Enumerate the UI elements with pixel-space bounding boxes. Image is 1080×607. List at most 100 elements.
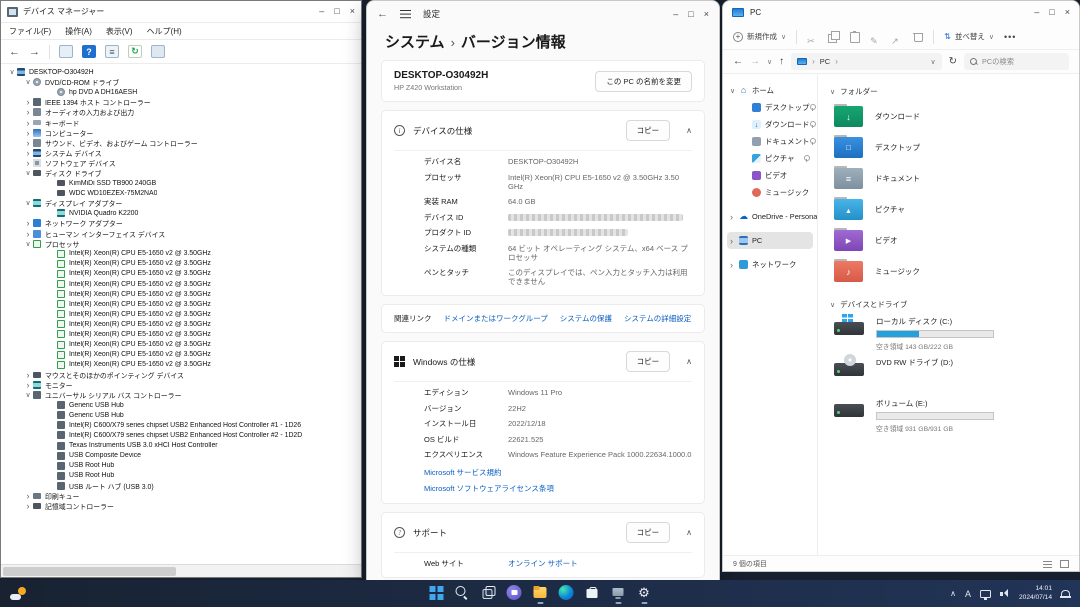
tree-item[interactable]: DESKTOP-O30492H	[1, 67, 361, 77]
rename-icon[interactable]	[870, 31, 881, 42]
expander-icon[interactable]	[23, 370, 33, 380]
maximize-button[interactable]: □	[334, 7, 339, 16]
expander-icon[interactable]	[730, 87, 739, 95]
maximize-button[interactable]: □	[1049, 8, 1054, 17]
hamburger-menu-icon[interactable]	[400, 10, 411, 12]
sidebar-item[interactable]: ドキュメント	[727, 133, 813, 150]
menu-item[interactable]: ファイル(F)	[9, 26, 51, 37]
help-icon[interactable]: ?	[82, 45, 96, 58]
back-icon[interactable]: ←	[733, 56, 743, 67]
close-button[interactable]: ×	[350, 7, 355, 16]
tree-item[interactable]: Intel(R) Xeon(R) CPU E5-1650 v2 @ 3.50GH…	[1, 269, 361, 279]
taskbar-app-button[interactable]	[584, 585, 601, 604]
copy-support-button[interactable]: コピー	[626, 522, 671, 543]
taskbar-app-button[interactable]	[506, 585, 523, 604]
tree-item[interactable]: Intel(R) C600/X79 series chipset USB2 En…	[1, 430, 361, 440]
sidebar-item[interactable]: ダウンロード	[727, 116, 813, 133]
drives-section-header[interactable]: ∨ デバイスとドライブ	[830, 299, 1067, 310]
expander-icon[interactable]	[23, 380, 33, 390]
widgets-weather-icon[interactable]	[10, 587, 26, 601]
cut-icon[interactable]	[807, 31, 818, 42]
related-link[interactable]: システムの保護	[560, 313, 612, 324]
tree-item[interactable]: Texas Instruments USB 3.0 xHCI Host Cont…	[1, 440, 361, 450]
console-tree-icon[interactable]	[59, 45, 73, 58]
menu-item[interactable]: 操作(A)	[65, 26, 92, 37]
tree-item[interactable]: オーディオの入力および出力	[1, 107, 361, 117]
network-icon[interactable]	[980, 590, 991, 598]
up-icon[interactable]: ↑	[779, 56, 784, 67]
tree-item[interactable]: Intel(R) Xeon(R) CPU E5-1650 v2 @ 3.50GH…	[1, 279, 361, 289]
tree-item[interactable]: サウンド、ビデオ、およびゲーム コントローラー	[1, 138, 361, 148]
tree-item[interactable]: NVIDIA Quadro K2200	[1, 208, 361, 218]
tree-item[interactable]: hp DVD A DH16AESH	[1, 87, 361, 97]
tree-item[interactable]: Intel(R) Xeon(R) CPU E5-1650 v2 @ 3.50GH…	[1, 350, 361, 360]
expander-icon[interactable]	[23, 148, 33, 158]
drive-tile[interactable]: DVD RW ドライブ (D:)	[830, 355, 1067, 393]
tree-item[interactable]: Intel(R) Xeon(R) CPU E5-1650 v2 @ 3.50GH…	[1, 289, 361, 299]
volume-icon[interactable]	[1000, 589, 1010, 598]
copy-icon[interactable]	[828, 31, 839, 42]
folder-tile[interactable]: ミュージック	[830, 256, 1067, 287]
microsoft-terms-link[interactable]: Microsoft サービス規約	[424, 467, 692, 478]
tree-item[interactable]: コンピューター	[1, 128, 361, 138]
taskbar-app-button[interactable]	[428, 585, 445, 604]
tree-item[interactable]: ソフトウェア デバイス	[1, 158, 361, 168]
tree-item[interactable]: Intel(R) Xeon(R) CPU E5-1650 v2 @ 3.50GH…	[1, 329, 361, 339]
folder-tile[interactable]: ダウンロード	[830, 101, 1067, 132]
rename-pc-button[interactable]: この PC の名前を変更	[595, 71, 692, 92]
collapse-chevron-icon[interactable]: ∧	[686, 126, 692, 135]
scan-hardware-icon[interactable]: ↻	[128, 45, 142, 58]
breadcrumb-pc[interactable]: PC	[820, 57, 830, 66]
expander-icon[interactable]	[23, 128, 33, 138]
tree-item[interactable]: Intel(R) Xeon(R) CPU E5-1650 v2 @ 3.50GH…	[1, 340, 361, 350]
tree-item[interactable]: KimMiDi SSD TB900 240GB	[1, 178, 361, 188]
expander-icon[interactable]	[730, 236, 739, 246]
sidebar-item[interactable]: OneDrive - Personal	[727, 208, 813, 225]
tray-overflow-chevron-icon[interactable]: ∧	[950, 589, 956, 598]
sidebar-item[interactable]: PC	[727, 232, 813, 249]
tree-item[interactable]: Generic USB Hub	[1, 410, 361, 420]
ime-mode-indicator[interactable]: A	[965, 589, 971, 599]
sidebar-item[interactable]: ホーム	[727, 82, 813, 99]
horizontal-scrollbar[interactable]	[1, 564, 361, 577]
sidebar-item[interactable]: ピクチャ	[727, 150, 813, 167]
address-dropdown-icon[interactable]: ∨	[930, 58, 935, 66]
large-icons-view-icon[interactable]	[1060, 560, 1069, 568]
properties-icon[interactable]: ≡	[105, 45, 119, 58]
tree-item[interactable]: Intel(R) Xeon(R) CPU E5-1650 v2 @ 3.50GH…	[1, 319, 361, 329]
tree-item[interactable]: ヒューマン インターフェイス デバイス	[1, 229, 361, 239]
taskbar-app-button[interactable]	[532, 585, 549, 604]
microsoft-terms-link[interactable]: Microsoft ソフトウェアライセンス条項	[424, 483, 692, 494]
drive-tile[interactable]: ボリューム (E:) 空き領域 931 GB/931 GB	[830, 396, 1067, 434]
sidebar-item[interactable]: デスクトップ	[727, 99, 813, 116]
tree-item[interactable]: DVD/CD-ROM ドライブ	[1, 77, 361, 87]
tree-item[interactable]: Intel(R) Xeon(R) CPU E5-1650 v2 @ 3.50GH…	[1, 259, 361, 269]
taskbar-app-button[interactable]	[558, 585, 575, 604]
expander-icon[interactable]	[23, 138, 33, 148]
history-chevron-icon[interactable]: ∨	[767, 58, 772, 66]
minimize-button[interactable]: –	[1034, 8, 1039, 17]
tree-item[interactable]: USB Root Hub	[1, 471, 361, 481]
sidebar-item[interactable]: ミュージック	[727, 184, 813, 201]
tree-item[interactable]: ネットワーク アダプター	[1, 218, 361, 228]
forward-icon[interactable]: →	[29, 46, 40, 58]
maximize-button[interactable]: □	[688, 10, 693, 19]
folder-tile[interactable]: ビデオ	[830, 225, 1067, 256]
expander-icon[interactable]	[23, 501, 33, 511]
more-options-icon[interactable]: •••	[1004, 32, 1016, 42]
expander-icon[interactable]	[7, 68, 17, 76]
tree-item[interactable]: USB Root Hub	[1, 461, 361, 471]
folders-section-header[interactable]: ∨ フォルダー	[830, 86, 1067, 97]
breadcrumb-section[interactable]: システム	[385, 34, 445, 51]
share-icon[interactable]	[891, 31, 902, 42]
expander-icon[interactable]	[23, 169, 33, 177]
tree-item[interactable]: プロセッサ	[1, 239, 361, 249]
tree-item[interactable]: Intel(R) C600/X79 series chipset USB2 En…	[1, 420, 361, 430]
tree-item[interactable]: Generic USB Hub	[1, 400, 361, 410]
address-bar[interactable]: › PC › ∨	[791, 53, 941, 70]
minimize-button[interactable]: –	[319, 7, 324, 16]
explorer-search-input[interactable]: PCの検索	[964, 53, 1069, 70]
expander-icon[interactable]	[23, 97, 33, 107]
expander-icon[interactable]	[23, 118, 33, 128]
expander-icon[interactable]	[23, 78, 33, 86]
